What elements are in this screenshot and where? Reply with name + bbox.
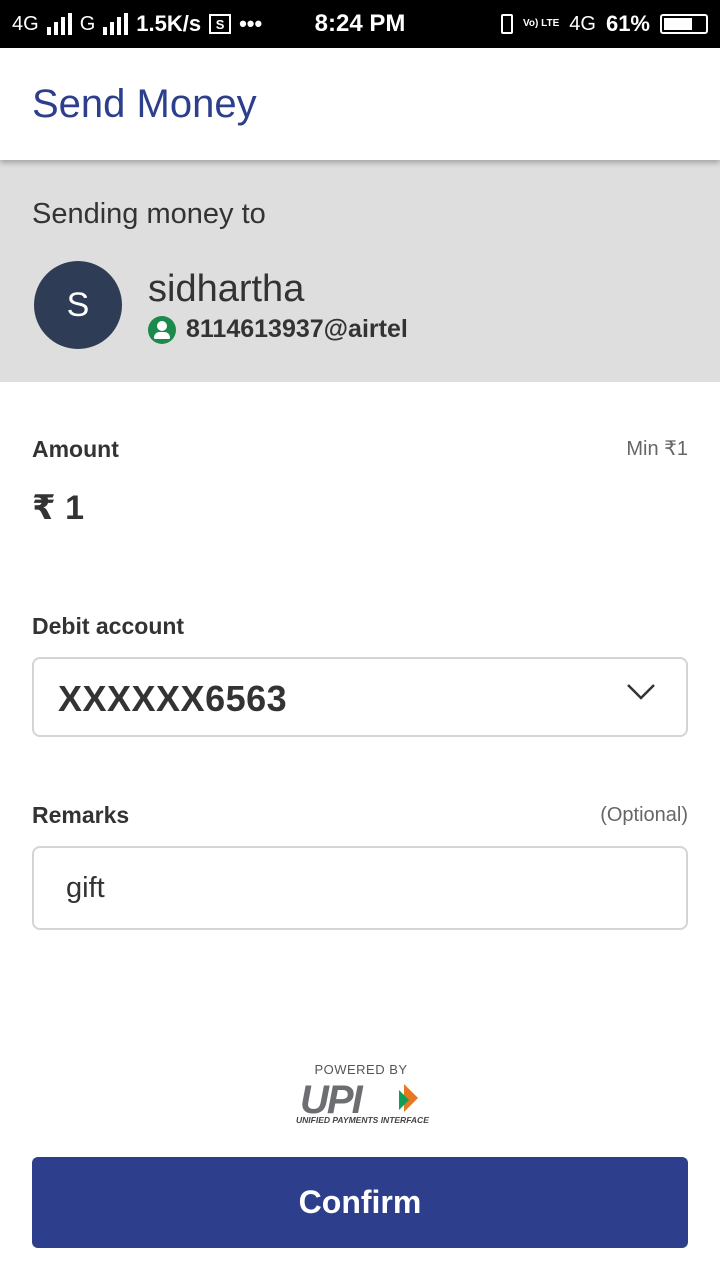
amount-value[interactable]: ₹ 1 (32, 488, 84, 528)
recipient-name: sidhartha (148, 268, 305, 310)
recipient-card: Sending money to S sidhartha 8114613937@… (0, 160, 720, 382)
remarks-optional-hint: (Optional) (600, 804, 688, 826)
debit-account-label: Debit account (32, 613, 185, 639)
debit-account-value: XXXXXX6563 (58, 678, 288, 719)
amount-label: Amount (32, 436, 119, 462)
network-label-3: 4G (569, 12, 596, 35)
remarks-value: gift (66, 872, 105, 904)
network-label-2: G (79, 12, 96, 35)
confirm-button[interactable]: Confirm (32, 1157, 688, 1248)
upi-logo: POWERED BY UPI UNIFIED PAYMENTS INTERFAC… (296, 1062, 429, 1128)
amount-min-hint: Min ₹1 (626, 438, 688, 460)
page-title: Send Money (32, 82, 257, 126)
debit-account-select[interactable]: XXXXXX6563 (32, 657, 688, 737)
battery-icon (660, 14, 708, 34)
user-verified-icon (148, 315, 176, 344)
network-speed: 1.5K/s (136, 11, 202, 36)
chevron-down-icon (627, 684, 655, 700)
app-bar: Send Money (0, 48, 720, 160)
avatar: S (34, 261, 122, 349)
powered-by-label: POWERED BY (314, 1062, 408, 1077)
remarks-input[interactable]: gift (32, 846, 688, 930)
signal-icon-2 (103, 13, 129, 35)
screenshot-icon: S (209, 14, 232, 34)
remarks-label: Remarks (32, 802, 130, 828)
signal-icon-1 (46, 13, 72, 35)
status-bar-left: 4G G 1.5K/s S ••• (12, 11, 302, 37)
recipient-vpa: 8114613937@airtel (186, 315, 408, 343)
upi-subtitle: UNIFIED PAYMENTS INTERFACE (296, 1115, 429, 1125)
vibrate-icon (500, 14, 513, 34)
recipient-caption: Sending money to (32, 198, 266, 230)
network-label-1: 4G (12, 12, 39, 35)
more-notifications-icon: ••• (239, 11, 263, 36)
recipient-vpa-row: 8114613937@airtel (148, 315, 408, 344)
status-bar: 4G G 1.5K/s S ••• 8:24 PM Vo) LTE 4G 61% (0, 0, 720, 48)
volte-icon: Vo) LTE (522, 18, 560, 29)
status-bar-right: Vo) LTE 4G 61% (500, 11, 708, 37)
upi-arrow-icon (399, 1084, 418, 1112)
battery-percent: 61% (605, 11, 650, 36)
